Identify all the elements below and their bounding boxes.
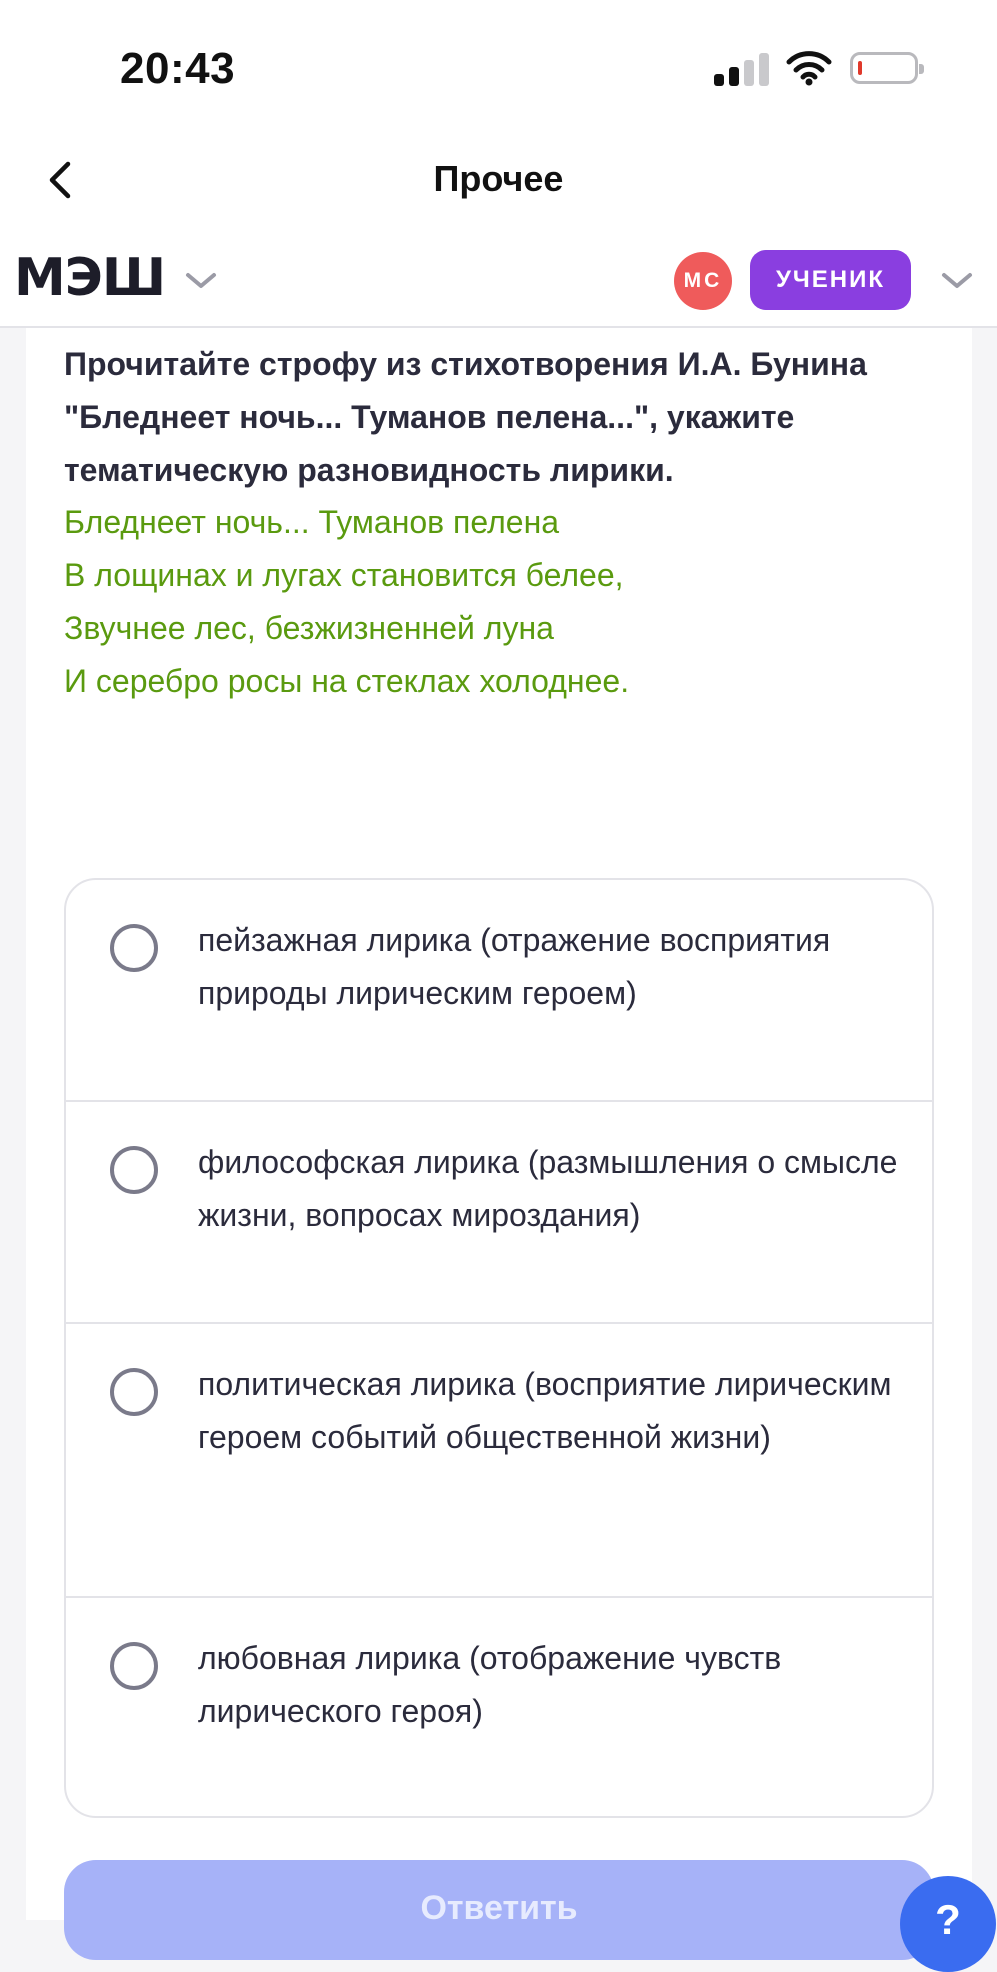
radio-button[interactable] [110, 1368, 158, 1416]
answer-option[interactable]: пейзажная лирика (отражение восприятия п… [66, 880, 932, 1102]
page-title: Прочее [433, 158, 564, 199]
avatar[interactable]: МС [674, 252, 732, 310]
status-time: 20:43 [120, 44, 236, 93]
radio-button[interactable] [110, 1146, 158, 1194]
battery-icon [850, 52, 924, 84]
cellular-signal-icon [714, 52, 770, 86]
status-bar: 20:43 [0, 0, 997, 120]
chevron-down-icon[interactable] [184, 270, 218, 292]
answer-options: пейзажная лирика (отражение восприятия п… [64, 878, 934, 1818]
answer-option[interactable]: философская лирика (размышления о смысле… [66, 1102, 932, 1324]
battery-level [858, 61, 862, 75]
battery-terminal [919, 64, 924, 74]
navigation-bar: Прочее [0, 120, 997, 240]
task-card: Прочитайте строфу из стихотворения И.А. … [26, 328, 972, 1960]
answer-option[interactable]: политическая лирика (восприятие лирическ… [66, 1324, 932, 1598]
option-label: философская лирика (размышления о смысле… [198, 1144, 898, 1233]
wifi-icon [786, 51, 832, 86]
chevron-down-icon[interactable] [940, 270, 974, 292]
answer-option[interactable]: любовная лирика (отображение чувств лири… [66, 1598, 932, 1816]
poem-line: И серебро росы на стеклах холоднее. [64, 663, 630, 699]
app-header: МЭШ МС УЧЕНИК [0, 240, 997, 328]
option-label: любовная лирика (отображение чувств лири… [198, 1640, 782, 1729]
help-button[interactable]: ? [900, 1876, 996, 1972]
poem-line: В лощинах и лугах становится белее, [64, 557, 624, 593]
submit-answer-button[interactable]: Ответить [64, 1860, 934, 1960]
poem-line: Звучнее лес, безжизненней луна [64, 610, 554, 646]
question-text: Прочитайте строфу из стихотворения И.А. … [64, 346, 867, 488]
poem-line: Бледнеет ночь... Туманов пелена [64, 504, 560, 540]
role-badge[interactable]: УЧЕНИК [750, 250, 911, 310]
option-label: политическая лирика (восприятие лирическ… [198, 1366, 892, 1455]
option-label: пейзажная лирика (отражение восприятия п… [198, 922, 831, 1011]
mesh-logo[interactable]: МЭШ [14, 248, 166, 308]
radio-button[interactable] [110, 924, 158, 972]
radio-button[interactable] [110, 1642, 158, 1690]
poem-excerpt: Бледнеет ночь... Туманов пелена В лощина… [64, 496, 944, 708]
